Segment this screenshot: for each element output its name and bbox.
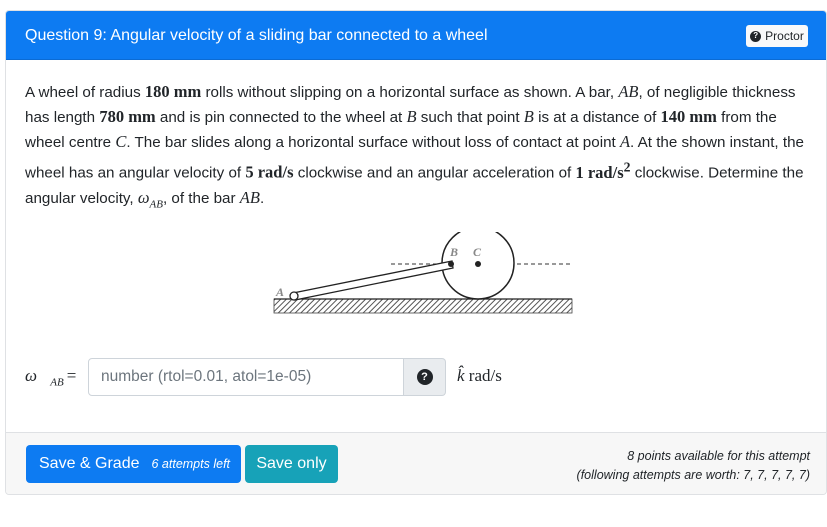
answer-input[interactable] xyxy=(88,358,404,396)
question-header: Question 9: Angular velocity of a slidin… xyxy=(6,11,826,60)
save-only-button[interactable]: Save only xyxy=(245,445,338,483)
label-c: C xyxy=(473,245,482,259)
center-c xyxy=(475,261,481,267)
answer-label: ω⃗AB = xyxy=(25,366,77,389)
question-footer: Save & Grade 6 attempts left Save only 8… xyxy=(6,432,826,494)
attempts-left: 6 attempts left xyxy=(151,457,231,471)
ground-hatch xyxy=(273,298,573,314)
points-following: (following attempts are worth: 7, 7, 7, … xyxy=(576,468,810,482)
pin-b xyxy=(448,261,454,267)
proctor-button[interactable]: ? Proctor xyxy=(746,25,808,47)
help-button[interactable]: ? xyxy=(404,358,446,396)
answer-row: ω⃗AB= ? k̂ rad/s xyxy=(25,358,625,396)
save-grade-label: Save & Grade xyxy=(39,455,140,472)
end-a xyxy=(289,291,299,301)
question-card: Question 9: Angular velocity of a slidin… xyxy=(5,10,827,495)
points-info: 8 points available for this attempt (fol… xyxy=(577,447,810,485)
answer-input-group: ? xyxy=(88,358,446,396)
question-circle-icon: ? xyxy=(416,369,433,385)
question-circle-icon: ? xyxy=(750,30,762,42)
save-grade-button[interactable]: Save & Grade 6 attempts left xyxy=(26,445,241,483)
label-a: A xyxy=(275,285,284,299)
bar-ab xyxy=(292,260,454,301)
problem-statement: A wheel of radius 180 mm rolls without s… xyxy=(25,82,804,210)
proctor-label: Proctor xyxy=(765,29,804,43)
answer-unit: k̂ rad/s xyxy=(457,366,502,385)
points-available: 8 points available for this attempt xyxy=(627,449,810,463)
question-title: Question 9: Angular velocity of a slidin… xyxy=(25,27,488,44)
wheel-bar-diagram: A B C xyxy=(273,232,573,314)
label-b: B xyxy=(449,245,458,259)
